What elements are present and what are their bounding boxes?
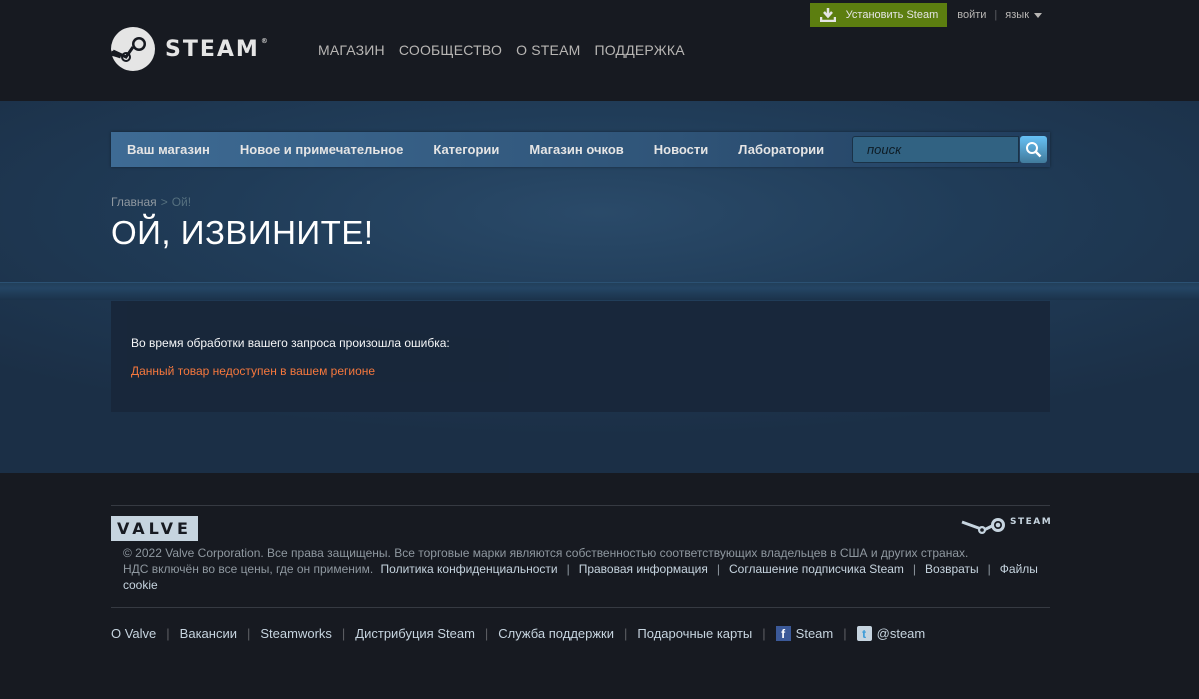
nav-about[interactable]: О STEAM (516, 42, 580, 58)
footer: VALVE STEAM © 2022 Valve Corporation. Вс… (0, 473, 1199, 699)
tab-categories[interactable]: Категории (418, 132, 514, 167)
footer-gift-cards[interactable]: Подарочные карты (637, 626, 752, 641)
error-box: Во время обработки вашего запроса произо… (111, 301, 1050, 412)
title-divider (0, 282, 1199, 300)
valve-logo[interactable]: VALVE (111, 516, 198, 541)
footer-separator: | (762, 626, 766, 641)
breadcrumb-current: Ой! (171, 195, 192, 209)
footer-jobs[interactable]: Вакансии (180, 626, 237, 641)
twitter-label: @steam (876, 626, 926, 641)
breadcrumb-home[interactable]: Главная (111, 195, 157, 209)
global-header: STEAM® МАГАЗИН СООБЩЕСТВО О STEAM ПОДДЕР… (0, 0, 1199, 101)
language-label: язык (1005, 9, 1029, 21)
footer-divider-bottom (111, 607, 1050, 608)
subscriber-agreement-link[interactable]: Соглашение подписчика Steam (729, 562, 904, 576)
download-icon (819, 8, 836, 22)
footer-about-valve[interactable]: О Valve (111, 626, 156, 641)
language-dropdown[interactable]: язык (1005, 9, 1042, 21)
facebook-icon: f (775, 626, 791, 641)
legal-separator: | (716, 562, 721, 576)
vat-line: НДС включён во все цены, где он применим… (123, 561, 1053, 593)
steam-logo-icon (111, 27, 155, 71)
facebook-label: Steam (795, 626, 834, 641)
footer-separator: | (246, 626, 251, 641)
legal-separator: | (912, 562, 917, 576)
store-area: Ваш магазин Новое и примечательное Катег… (0, 101, 1199, 473)
error-reason: Данный товар недоступен в вашем регионе (131, 364, 376, 378)
footer-separator: | (624, 626, 628, 641)
legal-separator: | (987, 562, 991, 576)
nav-support[interactable]: ПОДДЕРЖКА (594, 42, 684, 58)
nav-community[interactable]: СООБЩЕСТВО (399, 42, 502, 58)
legal-text: © 2022 Valve Corporation. Все права защи… (123, 545, 1053, 593)
vat-text: НДС включён во все цены, где он применим… (123, 562, 374, 576)
tab-points-shop[interactable]: Магазин очков (514, 132, 638, 167)
steam-logo-text: STEAM® (165, 36, 270, 62)
steam-logo[interactable]: STEAM® (111, 27, 270, 71)
global-actions: Установить Steam войти | язык (809, 3, 1042, 27)
install-steam-label: Установить Steam (845, 9, 939, 21)
search-icon (1026, 142, 1042, 158)
main-nav: МАГАЗИН СООБЩЕСТВО О STEAM ПОДДЕРЖКА (318, 42, 685, 58)
tab-new-noteworthy[interactable]: Новое и примечательное (225, 132, 419, 167)
footer-separator: | (843, 626, 847, 641)
footer-separator: | (484, 626, 489, 641)
footer-steamworks[interactable]: Steamworks (260, 626, 332, 641)
steam-footer-icon (961, 518, 1005, 534)
legal-info-link[interactable]: Правовая информация (579, 562, 708, 576)
legal-separator: | (566, 562, 570, 576)
footer-links: О Valve | Вакансии | Steamworks | Дистри… (111, 626, 925, 641)
page-title: ОЙ, ИЗВИНИТЕ! (111, 214, 374, 251)
search-input[interactable] (852, 136, 1019, 163)
login-link[interactable]: войти (957, 9, 986, 21)
footer-separator: | (166, 626, 170, 641)
search-button[interactable] (1020, 136, 1047, 163)
footer-distribution[interactable]: Дистрибуция Steam (355, 626, 475, 641)
header-separator: | (994, 9, 998, 21)
footer-twitter-link[interactable]: t @steam (856, 626, 926, 641)
store-search (852, 136, 1047, 163)
error-message: Во время обработки вашего запроса произо… (131, 336, 450, 350)
privacy-policy-link[interactable]: Политика конфиденциальности (381, 562, 558, 576)
tab-your-store[interactable]: Ваш магазин (111, 132, 225, 167)
chevron-down-icon (1034, 12, 1042, 18)
twitter-icon: t (856, 626, 872, 641)
copyright-text: © 2022 Valve Corporation. Все права защи… (123, 546, 969, 560)
footer-facebook-link[interactable]: f Steam (775, 626, 834, 641)
breadcrumb-separator: > (160, 195, 168, 209)
breadcrumb: Главная > Ой! (111, 195, 191, 209)
steam-footer-logo[interactable]: STEAM (958, 516, 1052, 536)
install-steam-button[interactable]: Установить Steam (809, 3, 948, 27)
footer-support[interactable]: Служба поддержки (498, 626, 614, 641)
footer-separator: | (341, 626, 346, 641)
refunds-link[interactable]: Возвраты (925, 562, 979, 576)
footer-divider (111, 505, 1050, 506)
tab-labs[interactable]: Лаборатории (723, 132, 839, 167)
tab-news[interactable]: Новости (639, 132, 724, 167)
steam-footer-text: STEAM (1010, 517, 1053, 527)
nav-store[interactable]: МАГАЗИН (318, 42, 385, 58)
store-nav: Ваш магазин Новое и примечательное Катег… (111, 132, 1050, 167)
